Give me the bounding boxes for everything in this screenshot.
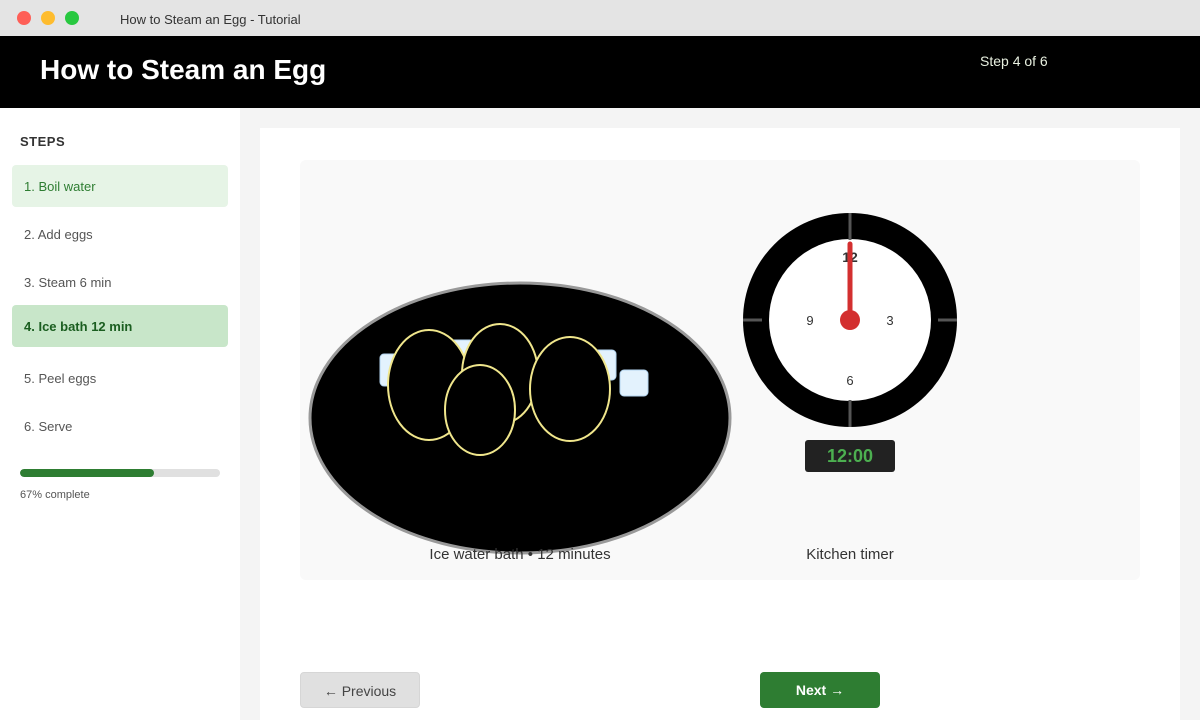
egg: [529, 336, 611, 442]
clock-number-9: 9: [806, 313, 813, 328]
clock-hand-pivot: [840, 310, 860, 330]
page-title: How to Steam an Egg: [40, 54, 327, 85]
progress-bar-fill: [20, 469, 154, 477]
bowl-shape: [308, 281, 732, 555]
illustration-panel: 12 3 6 9 12:00 Ice water bath • 12 minut…: [300, 160, 1140, 580]
minimize-window-button[interactable]: [41, 11, 55, 25]
step-content-card: 12 3 6 9 12:00 Ice water bath • 12 minut…: [260, 128, 1180, 720]
close-window-button[interactable]: [17, 11, 31, 25]
next-button[interactable]: Next →: [760, 672, 880, 708]
step-indicator: Step 4 of 6: [980, 53, 1048, 69]
kitchen-timer-clock: 12 3 6 9: [743, 213, 957, 427]
step-item-add-eggs[interactable]: 2. Add eggs: [12, 213, 228, 255]
clock-number-6: 6: [846, 373, 853, 388]
step-item-boil-water[interactable]: 1. Boil water: [12, 165, 228, 207]
ice-bath-bowl-illustration: [308, 281, 732, 555]
window-titlebar: How to Steam an Egg - Tutorial: [0, 0, 1200, 36]
sidebar-heading: STEPS: [20, 134, 66, 149]
step-item-peel-eggs[interactable]: 5. Peel eggs: [12, 357, 228, 399]
window-title: How to Steam an Egg - Tutorial: [120, 12, 301, 27]
app-header: How to Steam an Egg Step 4 of 6: [0, 36, 1200, 108]
progress-bar: [20, 469, 220, 477]
step-item-steam[interactable]: 3. Steam 6 min: [12, 261, 228, 303]
clock-number-3: 3: [886, 313, 893, 328]
step-item-serve[interactable]: 6. Serve: [12, 405, 228, 447]
maximize-window-button[interactable]: [65, 11, 79, 25]
ice-cube: [619, 369, 649, 397]
step-item-ice-bath[interactable]: 4. Ice bath 12 min: [12, 305, 228, 347]
timer-display: 12:00: [805, 440, 895, 472]
previous-button[interactable]: ← Previous: [300, 672, 420, 708]
progress-label: 67% complete: [20, 489, 90, 501]
illustration-svg: 12 3 6 9: [308, 213, 957, 555]
egg: [444, 364, 516, 456]
bowl-caption: Ice water bath • 12 minutes: [429, 546, 611, 563]
timer-caption: Kitchen timer: [806, 546, 894, 563]
steps-sidebar: STEPS 1. Boil water 2. Add eggs 3. Steam…: [0, 108, 240, 720]
